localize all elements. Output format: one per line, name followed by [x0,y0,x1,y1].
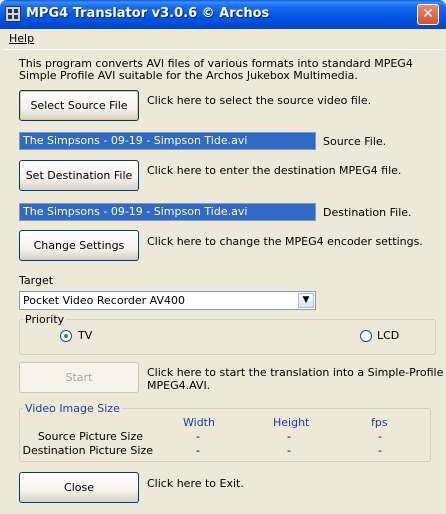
start-description-line2: MPEG4.AVI. [147,379,211,392]
destination-file-label: Destination File. [323,206,412,219]
close-button[interactable]: Close [19,472,139,503]
priority-tv-label[interactable]: TV [78,329,92,342]
source-width-value: - [196,430,200,443]
video-size-legend: Video Image Size [23,402,122,415]
app-window: MPG4 Translator v3.0.6 © Archos ✕ Help T… [0,0,446,514]
target-label: Target [19,274,54,287]
destination-width-value: - [196,444,200,457]
source-description: Click here to select the source video fi… [147,94,372,107]
target-select[interactable]: Pocket Video Recorder AV400 ▼ [19,291,316,310]
change-settings-button[interactable]: Change Settings [19,230,139,261]
priority-tv-radio[interactable] [60,330,72,342]
set-destination-button[interactable]: Set Destination File [19,160,139,191]
source-height-value: - [287,430,291,443]
window-title: MPG4 Translator v3.0.6 © Archos [26,6,270,21]
destination-file-field[interactable]: The Simpsons - 09-19 - Simpson Tide.avi [19,203,316,221]
start-description-line1: Click here to start the translation into… [147,366,444,379]
source-file-label: Source File. [323,135,387,148]
title-bar[interactable]: MPG4 Translator v3.0.6 © Archos ✕ [0,0,446,29]
source-file-field[interactable]: The Simpsons - 09-19 - Simpson Tide.avi [19,132,316,150]
destination-size-label: Destination Picture Size [22,444,153,457]
destination-fps-value: - [378,444,382,457]
app-icon [5,6,21,22]
select-source-button[interactable]: Select Source File [19,90,139,121]
source-size-label: Source Picture Size [37,430,143,443]
col-fps-header: fps [371,416,388,429]
col-height-header: Height [273,416,310,429]
window-close-button[interactable]: ✕ [417,4,439,25]
settings-description: Click here to change the MPEG4 encoder s… [147,235,423,248]
start-button[interactable]: Start [19,362,139,393]
col-width-header: Width [183,416,215,429]
priority-lcd-label[interactable]: LCD [377,329,399,342]
menu-bar: Help [3,29,443,50]
destination-description: Click here to enter the destination MPEG… [147,164,402,177]
intro-text: This program converts AVI files of vario… [19,57,413,82]
priority-lcd-radio[interactable] [360,330,372,342]
target-selected-value: Pocket Video Recorder AV400 [23,294,186,307]
priority-legend: Priority [23,313,67,326]
destination-height-value: - [287,444,291,457]
source-fps-value: - [378,430,382,443]
close-description: Click here to Exit. [147,477,244,490]
menu-help[interactable]: Help [9,32,34,45]
dropdown-arrow-icon[interactable]: ▼ [298,293,314,308]
